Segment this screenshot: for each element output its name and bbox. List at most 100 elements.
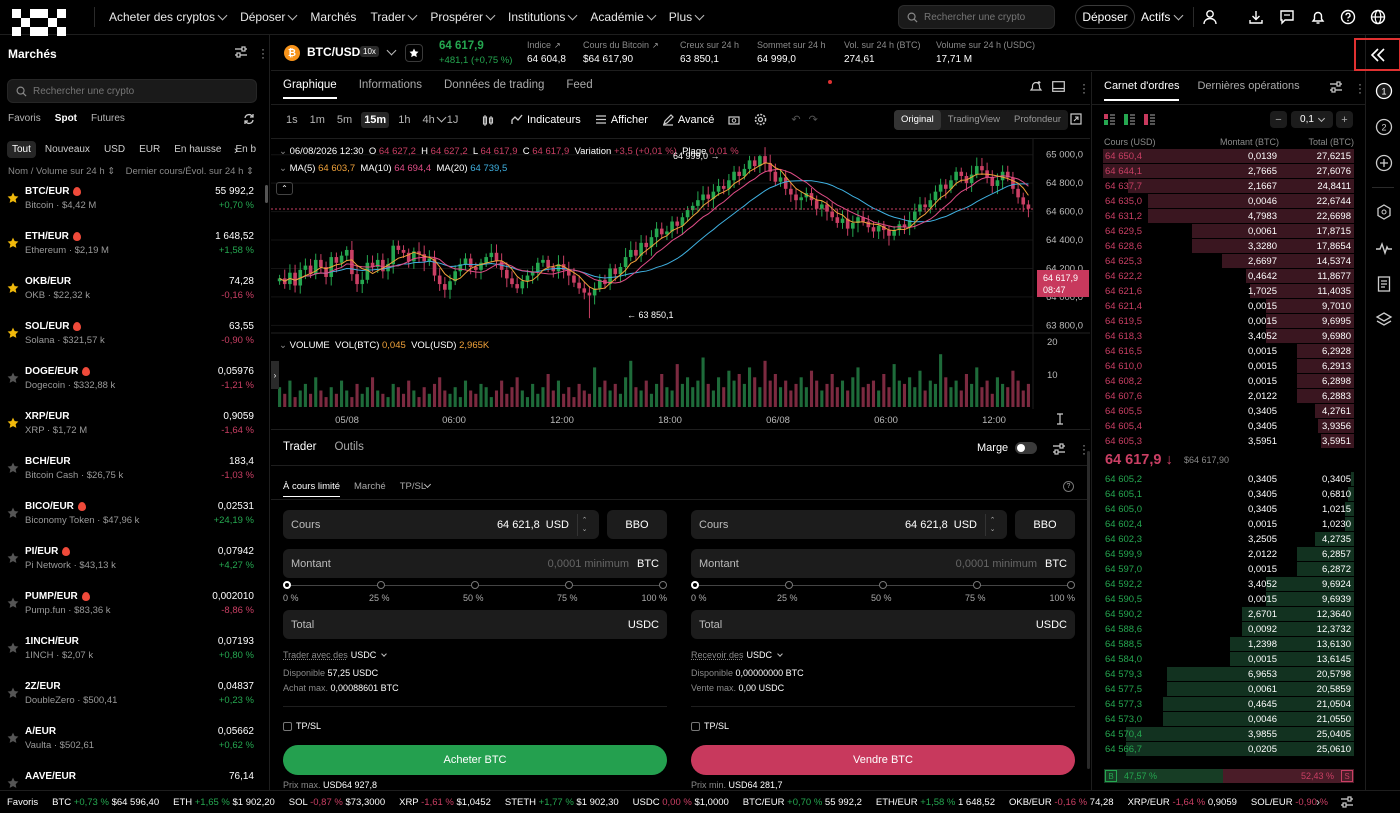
help-icon[interactable] (1339, 8, 1357, 26)
star-icon[interactable] (7, 597, 19, 609)
star-icon[interactable] (7, 237, 19, 249)
timeframe-6[interactable]: 1J (444, 112, 462, 128)
ask-row[interactable]: 64 644,1 2,7665 27,6076 (1103, 164, 1354, 179)
market-row[interactable]: PUMP/EUR Pump.fun · $83,36 k 0,002010 -8,86… (0, 583, 262, 628)
chevron-down-icon[interactable] (436, 112, 447, 124)
view-0[interactable]: Original (894, 110, 941, 130)
market-row[interactable]: ETH/EUR Ethereum · $2,19 M 1 648,52 +1,58 % (0, 223, 262, 268)
collapse-panel-button[interactable] (1354, 38, 1400, 71)
filter-pill-3[interactable]: EUR (134, 141, 165, 158)
sell-total-field[interactable]: Total USDC (691, 610, 1075, 639)
bid-row[interactable]: 64 592,2 3,4052 9,6924 (1103, 577, 1354, 592)
layout-1-icon[interactable]: 1 (1375, 82, 1393, 100)
book-both-icon[interactable] (1104, 114, 1115, 125)
bid-row[interactable]: 64 599,9 2,0122 6,2857 (1103, 547, 1354, 562)
display-button[interactable]: Afficher (595, 114, 648, 126)
slider-handle[interactable] (691, 581, 699, 589)
bid-row[interactable]: 64 605,0 0,3405 1,0215 (1103, 502, 1354, 517)
bid-row[interactable]: 64 590,2 2,6701 12,3640 (1103, 607, 1354, 622)
market-row[interactable]: SOL/EUR Solana · $321,57 k 63,55 -0,90 % (0, 313, 262, 358)
price-stepper[interactable]: ⌃ ⌄ (577, 513, 591, 536)
view-2[interactable]: Profondeur (1007, 110, 1068, 130)
favorite-star-icon[interactable] (405, 44, 423, 62)
market-row[interactable]: PI/EUR Pi Network · $43,13 k 0,07942 +4,27 … (0, 538, 262, 583)
view-1[interactable]: TradingView (941, 110, 1007, 130)
star-icon[interactable] (7, 192, 19, 204)
order-type-0[interactable]: À cours limité (283, 481, 341, 497)
more-vertical-icon[interactable]: · · · (1358, 78, 1362, 98)
bid-row[interactable]: 64 605,1 0,3405 0,6810 (1103, 487, 1354, 502)
checkbox[interactable] (283, 721, 292, 731)
nav-item-4[interactable]: Prospérer (430, 10, 496, 24)
market-tab-1[interactable]: Spot (55, 113, 77, 124)
layout-window-icon[interactable] (1052, 81, 1065, 92)
star-icon[interactable] (7, 282, 19, 294)
filter-pill-4[interactable]: En hausse (169, 141, 226, 158)
book-asks-icon[interactable] (1144, 114, 1155, 125)
advanced-button[interactable]: Avancé (662, 114, 714, 126)
buy-total-field[interactable]: Total USDC (283, 610, 667, 639)
timeframe-0[interactable]: 1s (283, 112, 301, 128)
chevron-down-icon[interactable] (386, 45, 397, 56)
bottom-ticker-item[interactable]: USDC 0,00 % $1,0000 (633, 797, 729, 808)
slider-tick[interactable] (1067, 581, 1075, 589)
sliders-icon[interactable] (234, 46, 248, 58)
step-select[interactable]: 0,1 (1291, 111, 1333, 128)
timeframe-4[interactable]: 1h (395, 112, 413, 128)
ask-row[interactable]: 64 607,6 2,0122 6,2883 (1103, 389, 1354, 404)
timeframe-5[interactable]: 4h (419, 112, 437, 128)
col-name-volume[interactable]: Nom / Volume sur 24 h ⇕ (8, 166, 115, 177)
ask-row[interactable]: 64 621,4 0,0015 9,7010 (1103, 299, 1354, 314)
nav-item-6[interactable]: Académie (590, 10, 657, 24)
info-icon[interactable]: ? (1063, 481, 1074, 492)
sell-bbo-button[interactable]: BBO (1015, 510, 1075, 539)
bid-row[interactable]: 64 584,0 0,0015 13,6145 (1103, 652, 1354, 667)
checkbox[interactable] (691, 721, 700, 731)
market-row[interactable]: A/EUR Vaulta · $502,61 0,05662 +0,62 % (0, 718, 262, 763)
bottom-ticker-item[interactable]: STETH +1,77 % $1 902,30 (505, 797, 619, 808)
star-icon[interactable] (7, 732, 19, 744)
indicators-button[interactable]: Indicateurs (511, 114, 581, 126)
nav-item-0[interactable]: Acheter des cryptos (109, 10, 228, 24)
slider-tick[interactable] (973, 581, 981, 589)
sell-amount-slider[interactable]: 0 % 25 % 50 % 75 % 100 % (691, 580, 1075, 610)
fullscreen-icon[interactable] (1070, 113, 1082, 125)
order-type-2[interactable]: TP/SL (400, 481, 426, 497)
redo-icon[interactable]: ↷ (809, 113, 818, 126)
ask-row[interactable]: 64 605,3 3,5951 3,5951 (1103, 434, 1354, 449)
scroll-left-button[interactable]: › (271, 361, 279, 389)
nav-item-1[interactable]: Déposer (240, 10, 298, 24)
bottom-ticker-item[interactable]: OKB/EUR -0,16 % 74,28 (1009, 797, 1114, 808)
star-icon[interactable] (7, 372, 19, 384)
slider-tick[interactable] (565, 581, 573, 589)
bottom-ticker-item[interactable]: ETH +1,65 % $1 902,20 (173, 797, 275, 808)
buy-tpsl-checkbox[interactable]: TP/SL (283, 721, 321, 731)
slider-tick[interactable] (879, 581, 887, 589)
buy-bbo-button[interactable]: BBO (607, 510, 667, 539)
ask-row[interactable]: 64 629,5 0,0061 17,8715 (1103, 224, 1354, 239)
document-icon[interactable] (1375, 275, 1393, 293)
chart-tab-0[interactable]: Graphique (283, 79, 337, 99)
sell-tpsl-checkbox[interactable]: TP/SL (691, 721, 729, 731)
timeframe-1[interactable]: 1m (307, 112, 328, 128)
ask-row[interactable]: 64 637,7 2,1667 24,8411 (1103, 179, 1354, 194)
chart-canvas[interactable]: 65 000,0 64 800,0 64 600,0 64 400,0 64 200,0… (271, 138, 1090, 430)
pulse-icon[interactable] (1375, 239, 1393, 257)
slider-handle[interactable] (283, 581, 291, 589)
chart-tab-3[interactable]: Feed (566, 79, 592, 99)
market-row[interactable]: 2Z/EUR DoubleZero · $500,41 0,04837 +0,23 % (0, 673, 262, 718)
bottom-ticker-item[interactable]: BTC +0,73 % $64 596,40 (52, 797, 159, 808)
buy-amount-slider[interactable]: 0 % 25 % 50 % 75 % 100 % (283, 580, 667, 610)
trade-scrollbar[interactable] (1087, 451, 1090, 769)
layout-2-icon[interactable]: 2 (1375, 118, 1393, 136)
more-vertical-icon[interactable]: · · · (1082, 78, 1086, 98)
bid-row[interactable]: 64 588,6 0,0092 12,3732 (1103, 622, 1354, 637)
star-icon[interactable] (7, 507, 19, 519)
layers-icon[interactable] (1375, 311, 1393, 329)
book-tab-1[interactable]: Dernières opérations (1197, 80, 1299, 101)
bid-row[interactable]: 64 602,3 3,2505 4,2735 (1103, 532, 1354, 547)
star-icon[interactable] (7, 552, 19, 564)
chevron-right-icon[interactable]: › (234, 145, 238, 157)
star-icon[interactable] (7, 327, 19, 339)
hexagon-icon[interactable] (1375, 203, 1393, 221)
